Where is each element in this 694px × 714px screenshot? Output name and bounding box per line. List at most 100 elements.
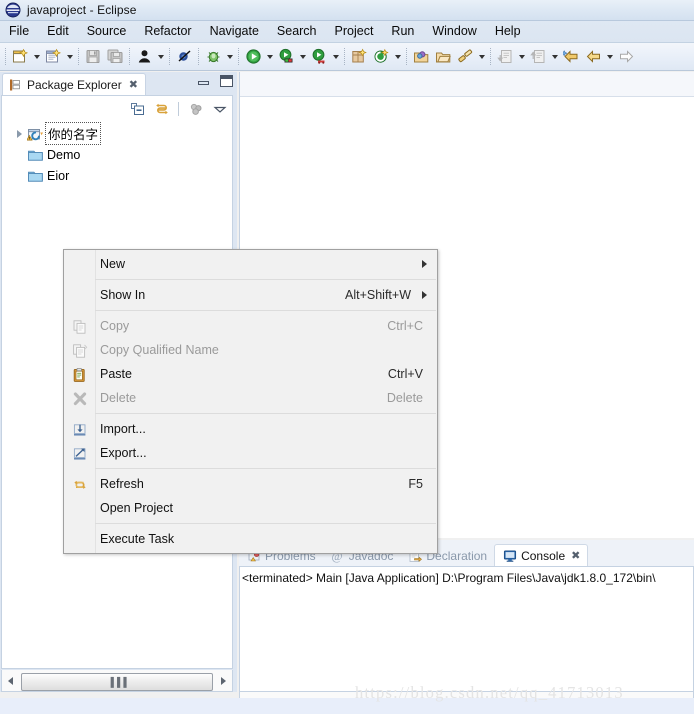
menu-item-label: New [100, 257, 126, 271]
new-class-dropdown-arrow[interactable] [392, 46, 403, 68]
tree-item-label: 你的名字 [44, 122, 102, 145]
tree-item-eior[interactable]: Eior [2, 165, 232, 186]
focus-on-active-task-icon [187, 101, 204, 118]
run-dropdown-arrow[interactable] [264, 46, 275, 68]
run-last-tool-icon[interactable] [308, 46, 330, 68]
copy-qualified-name-icon [71, 342, 88, 359]
open-task-icon[interactable] [432, 46, 454, 68]
tab-console[interactable]: Console ✖ [494, 544, 589, 566]
run-external-dropdown-arrow[interactable] [297, 46, 308, 68]
toolbar-separator [2, 46, 9, 68]
run-external-icon[interactable] [275, 46, 297, 68]
menu-window[interactable]: Window [423, 22, 485, 41]
ctx-open-project[interactable]: Open Project [64, 496, 437, 520]
save-icon [82, 46, 104, 68]
scroll-right-arrow-icon[interactable] [215, 671, 232, 691]
last-edit-location-icon[interactable] [560, 46, 582, 68]
menu-file[interactable]: File [0, 22, 38, 41]
previous-annotation-dropdown-arrow[interactable] [549, 46, 560, 68]
run-last-tool-dropdown-arrow[interactable] [330, 46, 341, 68]
toolbar-divider [178, 102, 179, 116]
menu-search[interactable]: Search [268, 22, 326, 41]
back-icon[interactable] [582, 46, 604, 68]
tab-label: Package Explorer [27, 77, 122, 92]
next-annotation-dropdown-arrow[interactable] [516, 46, 527, 68]
menu-separator [95, 468, 436, 469]
menu-separator [95, 413, 436, 414]
menu-separator [95, 310, 436, 311]
menu-item-label: Delete [100, 391, 137, 405]
ctx-new[interactable]: New [64, 252, 437, 276]
ctx-copy-qualified-name: Copy Qualified Name [64, 338, 437, 362]
ctx-delete: Delete Delete [64, 386, 437, 410]
new-package-icon[interactable] [348, 46, 370, 68]
menu-navigate[interactable]: Navigate [201, 22, 268, 41]
ctx-refresh[interactable]: Refresh F5 [64, 472, 437, 496]
editor-tab-strip [240, 72, 694, 97]
person-dropdown-arrow[interactable] [155, 46, 166, 68]
console-output-area[interactable]: <terminated> Main [Java Application] D:\… [239, 566, 694, 692]
new-wizard-dropdown-arrow[interactable] [31, 46, 42, 68]
menu-item-label: Paste [100, 367, 132, 381]
ctx-import[interactable]: Import... [64, 417, 437, 441]
minimize-icon[interactable] [197, 76, 210, 87]
tab-package-explorer[interactable]: Package Explorer ✖ [2, 73, 146, 95]
search-icon[interactable] [454, 46, 476, 68]
package-explorer-hscrollbar[interactable]: ▐▐▐ [1, 670, 233, 692]
scroll-thumb[interactable]: ▐▐▐ [21, 672, 213, 691]
project-tree: 你的名字 Demo Eior [2, 122, 232, 186]
package-explorer-icon [8, 78, 22, 92]
view-menu-icon[interactable] [211, 101, 228, 118]
menu-refactor[interactable]: Refactor [135, 22, 200, 41]
menu-item-label: Execute Task [100, 532, 175, 546]
panel-window-buttons [197, 75, 233, 87]
back-dropdown-arrow[interactable] [604, 46, 615, 68]
menu-item-label: Copy Qualified Name [100, 343, 219, 357]
skip-breakpoints-icon[interactable] [173, 46, 195, 68]
chevron-right-icon[interactable] [12, 127, 26, 141]
tree-item-demo[interactable]: Demo [2, 144, 232, 165]
ctx-execute-task[interactable]: Execute Task [64, 527, 437, 551]
ctx-show-in[interactable]: Show In Alt+Shift+W [64, 283, 437, 307]
run-icon[interactable] [242, 46, 264, 68]
open-type-icon[interactable] [410, 46, 432, 68]
export-icon [71, 445, 88, 462]
link-with-editor-icon[interactable] [153, 101, 170, 118]
scroll-left-arrow-icon[interactable] [2, 671, 19, 691]
menu-project[interactable]: Project [326, 22, 383, 41]
menu-item-accelerator: Ctrl+V [387, 367, 423, 381]
import-icon [71, 421, 88, 438]
ctx-copy: Copy Ctrl+C [64, 314, 437, 338]
tree-item-project[interactable]: 你的名字 [2, 122, 232, 145]
new-class-icon[interactable] [370, 46, 392, 68]
menu-run[interactable]: Run [382, 22, 423, 41]
eclipse-icon [5, 2, 21, 18]
menu-edit[interactable]: Edit [38, 22, 78, 41]
ctx-export[interactable]: Export... [64, 441, 437, 465]
new-wizard-icon[interactable] [9, 46, 31, 68]
search-dropdown-arrow[interactable] [476, 46, 487, 68]
close-icon[interactable]: ✖ [129, 78, 138, 91]
new-java-class-icon[interactable] [42, 46, 64, 68]
menu-help[interactable]: Help [486, 22, 530, 41]
menu-source[interactable]: Source [78, 22, 136, 41]
menu-item-label: Refresh [100, 477, 144, 491]
next-annotation-icon [494, 46, 516, 68]
maximize-icon[interactable] [220, 75, 233, 87]
tree-item-label: Demo [47, 147, 81, 162]
menu-item-accelerator: F5 [408, 477, 423, 491]
close-icon[interactable]: ✖ [571, 549, 580, 562]
collapse-all-icon[interactable] [129, 101, 146, 118]
menu-item-label: Import... [100, 422, 146, 436]
ctx-paste[interactable]: Paste Ctrl+V [64, 362, 437, 386]
scroll-track[interactable]: ▐▐▐ [19, 672, 215, 691]
toolbar-separator [195, 46, 202, 68]
new-java-class-dropdown-arrow[interactable] [64, 46, 75, 68]
previous-annotation-icon [527, 46, 549, 68]
debug-dropdown-arrow[interactable] [224, 46, 235, 68]
person-icon[interactable] [133, 46, 155, 68]
debug-icon[interactable] [202, 46, 224, 68]
menu-item-label: Show In [100, 288, 146, 302]
menu-item-accelerator: Ctrl+C [387, 319, 423, 333]
copy-icon [71, 318, 88, 335]
